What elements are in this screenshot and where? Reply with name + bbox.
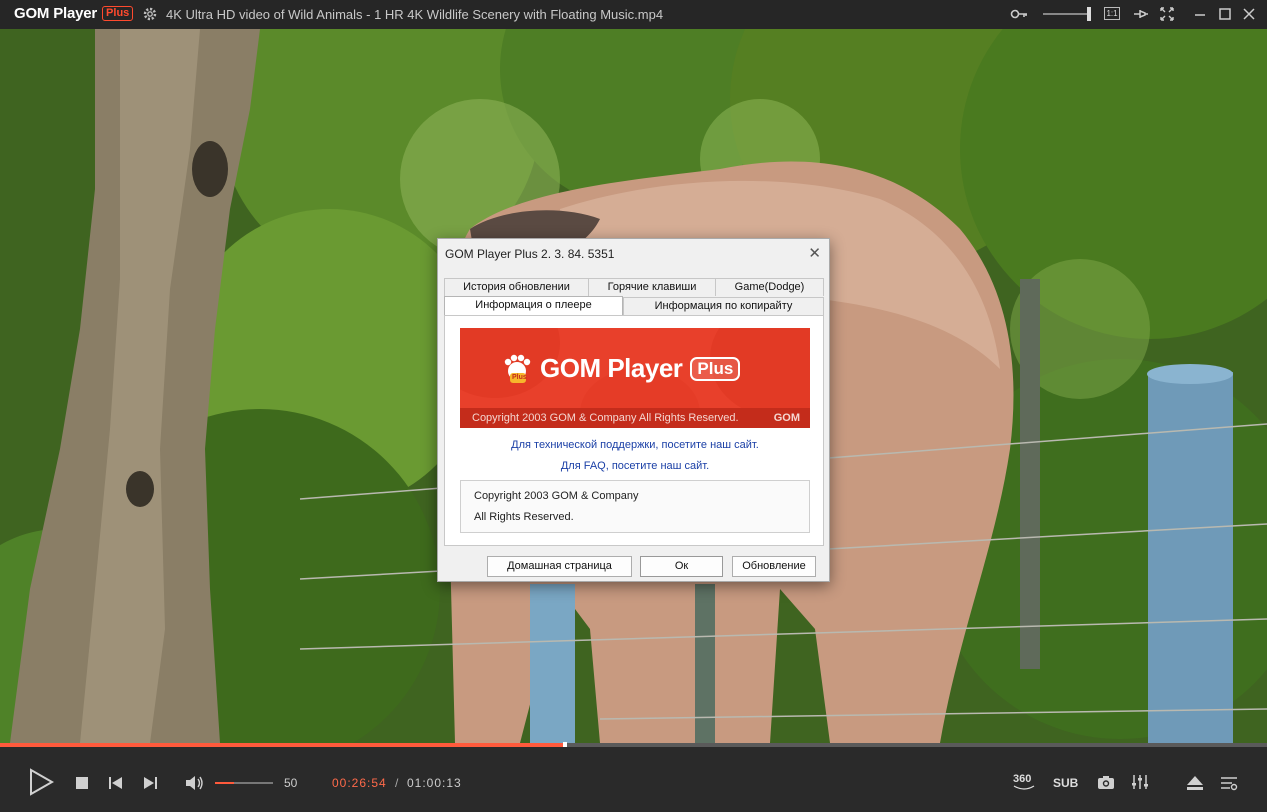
banner-copyright: Copyright 2003 GOM & Company All Rights … <box>472 412 739 424</box>
ok-button[interactable]: Ок <box>640 556 723 577</box>
360-arc-icon <box>1013 785 1035 790</box>
file-title: 4K Ultra HD video of Wild Animals - 1 HR… <box>166 7 664 22</box>
homepage-button[interactable]: Домашная страница <box>487 556 632 577</box>
maximize-icon[interactable] <box>1216 6 1234 22</box>
close-icon[interactable] <box>1240 6 1258 22</box>
tab-panel: Plus GOM Player Plus Copyright 2003 GOM … <box>444 315 824 546</box>
banner-brand: GOM <box>773 412 800 424</box>
about-dialog: GOM Player Plus 2. 3. 84. 5351 ✕ История… <box>437 238 830 582</box>
gom-banner: Plus GOM Player Plus Copyright 2003 GOM … <box>460 328 810 428</box>
previous-icon[interactable] <box>108 776 124 790</box>
tab-copyright-info[interactable]: Информация по копирайту <box>623 297 824 315</box>
tab-update-history[interactable]: История обновлении <box>444 278 589 296</box>
app-logo[interactable]: GOM Player Plus <box>14 5 134 22</box>
app-name: GOM Player <box>14 5 98 22</box>
copyright-box: Copyright 2003 GOM & Company All Rights … <box>460 480 810 533</box>
control-bar: 50 00:26:54 / 01:00:13 360 SUB <box>0 747 1267 812</box>
title-bar: GOM Player Plus 4K Ultra HD video of Wil… <box>0 0 1267 29</box>
volume-value: 50 <box>284 776 298 790</box>
tab-game-dodge[interactable]: Game(Dodge) <box>715 278 824 296</box>
key-icon[interactable] <box>1010 6 1028 22</box>
playlist-icon[interactable] <box>1220 775 1238 791</box>
subtitle-button[interactable]: SUB <box>1053 776 1078 790</box>
pin-icon[interactable] <box>1131 6 1149 22</box>
paw-icon: Plus <box>502 354 532 384</box>
360-button[interactable]: 360 <box>1013 773 1031 785</box>
update-button[interactable]: Обновление <box>732 556 816 577</box>
support-link[interactable]: Для технической поддержки, посетите наш … <box>445 439 825 451</box>
minimize-icon[interactable] <box>1191 6 1209 22</box>
tab-hotkeys[interactable]: Горячие клавиши <box>588 278 716 296</box>
gear-icon[interactable] <box>142 6 158 22</box>
camera-icon[interactable] <box>1097 774 1115 790</box>
banner-title: GOM Player <box>540 353 683 383</box>
next-icon[interactable] <box>142 776 158 790</box>
edition-badge: Plus <box>102 6 134 21</box>
eject-icon[interactable] <box>1186 775 1204 791</box>
volume-slider-fill <box>215 782 235 784</box>
banner-plus-badge: Plus <box>690 356 741 381</box>
copyright-line-2: All Rights Reserved. <box>474 511 574 523</box>
banner-logo: Plus GOM Player Plus <box>502 353 741 384</box>
total-time: 01:00:13 <box>407 776 462 790</box>
opacity-slider[interactable] <box>1043 13 1091 15</box>
stop-icon[interactable] <box>75 776 89 790</box>
faq-link[interactable]: Для FAQ, посетите наш сайт. <box>445 460 825 472</box>
ratio-button[interactable]: 1:1 <box>1104 7 1120 20</box>
current-time: 00:26:54 <box>332 776 387 790</box>
paw-badge: Plus <box>512 373 527 381</box>
dialog-title: GOM Player Plus 2. 3. 84. 5351 <box>445 247 615 261</box>
play-icon[interactable] <box>28 768 54 796</box>
volume-slider[interactable] <box>215 782 273 784</box>
equalizer-icon[interactable] <box>1131 774 1149 790</box>
tab-player-info[interactable]: Информация о плеере <box>444 296 623 315</box>
dialog-close-icon[interactable]: ✕ <box>808 244 821 262</box>
volume-icon[interactable] <box>184 774 206 792</box>
time-separator: / <box>395 776 399 790</box>
copyright-line-1: Copyright 2003 GOM & Company <box>474 490 639 502</box>
opacity-slider-knob[interactable] <box>1087 7 1091 21</box>
fullscreen-icon[interactable] <box>1158 6 1176 22</box>
